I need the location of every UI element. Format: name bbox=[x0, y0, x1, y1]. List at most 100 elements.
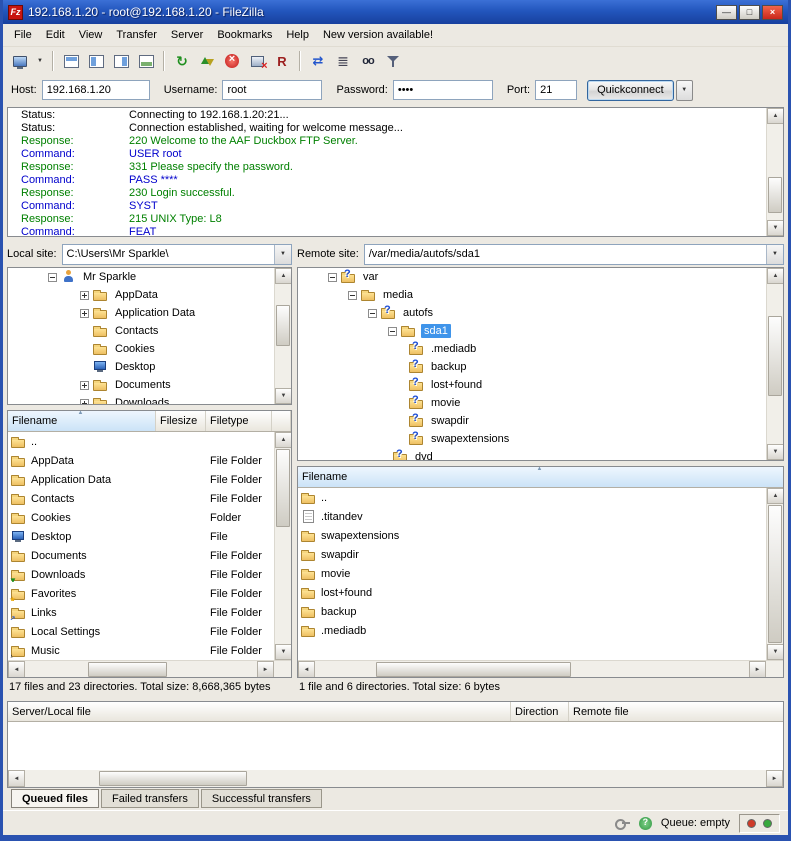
menu-server[interactable]: Server bbox=[164, 26, 210, 44]
host-input[interactable] bbox=[42, 80, 150, 100]
cancel-button[interactable] bbox=[220, 50, 244, 72]
tree-item[interactable]: swapextensions bbox=[298, 430, 766, 448]
menu-edit[interactable]: Edit bbox=[39, 26, 72, 44]
scroll-right-button[interactable]: ► bbox=[257, 661, 274, 678]
scroll-thumb[interactable] bbox=[768, 505, 782, 643]
expand-icon[interactable] bbox=[80, 291, 89, 300]
file-row[interactable]: .titandev bbox=[298, 507, 766, 526]
column-header-local-file[interactable]: Server/Local file bbox=[8, 702, 511, 721]
port-input[interactable] bbox=[535, 80, 577, 100]
site-manager-button[interactable] bbox=[8, 50, 32, 72]
queue-hscrollbar[interactable]: ◄ ► bbox=[8, 770, 783, 787]
site-manager-dropdown-button[interactable] bbox=[33, 50, 47, 72]
tree-item-selected[interactable]: sda1 bbox=[298, 322, 766, 340]
chevron-down-icon[interactable]: ▼ bbox=[766, 245, 783, 264]
file-row[interactable]: ★FavoritesFile Folder bbox=[8, 584, 274, 603]
toggle-remote-tree-button[interactable] bbox=[109, 50, 133, 72]
scroll-up-button[interactable]: ▲ bbox=[275, 432, 291, 448]
scroll-up-button[interactable]: ▲ bbox=[767, 268, 784, 284]
scroll-down-button[interactable]: ▼ bbox=[767, 644, 783, 660]
menu-transfer[interactable]: Transfer bbox=[109, 26, 164, 44]
tree-item[interactable]: lost+found bbox=[298, 376, 766, 394]
column-header-direction[interactable]: Direction bbox=[511, 702, 569, 721]
file-row[interactable]: ▼DownloadsFile Folder bbox=[8, 565, 274, 584]
menu-help[interactable]: Help bbox=[279, 26, 316, 44]
remote-site-combo[interactable]: /var/media/autofs/sda1 ▼ bbox=[364, 244, 784, 265]
collapse-icon[interactable] bbox=[348, 291, 357, 300]
file-row[interactable]: DocumentsFile Folder bbox=[8, 546, 274, 565]
refresh-button[interactable] bbox=[170, 50, 194, 72]
file-row[interactable]: ♪MusicFile Folder bbox=[8, 641, 274, 660]
file-row[interactable]: movie bbox=[298, 564, 766, 583]
file-row[interactable]: AppDataFile Folder bbox=[8, 451, 274, 470]
encryption-key-icon[interactable] bbox=[615, 818, 630, 828]
column-header-filename[interactable]: ▲Filename bbox=[298, 467, 783, 487]
expand-icon[interactable] bbox=[80, 381, 89, 390]
tree-item[interactable]: dvd bbox=[298, 448, 766, 460]
column-header-remote-file[interactable]: Remote file bbox=[569, 702, 783, 721]
synchronized-browsing-button[interactable] bbox=[306, 50, 330, 72]
connection-status-icon[interactable] bbox=[639, 817, 652, 830]
tree-item[interactable]: Contacts bbox=[8, 322, 274, 340]
column-header-filetype[interactable]: Filetype bbox=[206, 411, 272, 431]
remote-list-scrollbar[interactable]: ▲ ▼ bbox=[766, 488, 783, 660]
quickconnect-dropdown-button[interactable]: ▼ bbox=[676, 80, 693, 101]
scroll-up-button[interactable]: ▲ bbox=[767, 108, 784, 124]
file-row[interactable]: CookiesFolder bbox=[8, 508, 274, 527]
chevron-down-icon[interactable]: ▼ bbox=[274, 245, 291, 264]
tree-item[interactable]: var bbox=[298, 268, 766, 286]
directory-comparison-button[interactable] bbox=[331, 50, 355, 72]
collapse-icon[interactable] bbox=[388, 327, 397, 336]
scroll-up-button[interactable]: ▲ bbox=[767, 488, 783, 504]
process-queue-button[interactable] bbox=[195, 50, 219, 72]
file-row[interactable]: lost+found bbox=[298, 583, 766, 602]
find-files-button[interactable] bbox=[356, 50, 380, 72]
password-input[interactable] bbox=[393, 80, 493, 100]
reconnect-button[interactable] bbox=[270, 50, 294, 72]
scroll-right-button[interactable]: ► bbox=[766, 770, 783, 787]
local-site-combo[interactable]: C:\Users\Mr Sparkle\ ▼ bbox=[62, 244, 292, 265]
local-list-scrollbar[interactable]: ▲ ▼ bbox=[274, 432, 291, 660]
scroll-thumb[interactable] bbox=[99, 771, 247, 786]
scroll-left-button[interactable]: ◄ bbox=[298, 661, 315, 678]
menu-bookmarks[interactable]: Bookmarks bbox=[210, 26, 279, 44]
filter-button[interactable] bbox=[381, 50, 405, 72]
file-row[interactable]: ↗LinksFile Folder bbox=[8, 603, 274, 622]
expand-icon[interactable] bbox=[80, 309, 89, 318]
tree-item[interactable]: swapdir bbox=[298, 412, 766, 430]
remote-tree-scrollbar[interactable]: ▲ ▼ bbox=[766, 268, 783, 460]
tree-item[interactable]: autofs bbox=[298, 304, 766, 322]
toggle-local-tree-button[interactable] bbox=[84, 50, 108, 72]
menu-file[interactable]: File bbox=[7, 26, 39, 44]
tree-item[interactable]: backup bbox=[298, 358, 766, 376]
expand-icon[interactable] bbox=[80, 399, 89, 405]
tab-queued-files[interactable]: Queued files bbox=[11, 789, 99, 808]
scroll-left-button[interactable]: ◄ bbox=[8, 661, 25, 678]
collapse-icon[interactable] bbox=[328, 273, 337, 282]
file-row[interactable]: .mediadb bbox=[298, 621, 766, 640]
scroll-thumb[interactable] bbox=[768, 177, 782, 213]
tree-item[interactable]: Documents bbox=[8, 376, 274, 394]
remote-list-hscrollbar[interactable]: ◄ ► bbox=[298, 661, 766, 678]
tree-item[interactable]: Desktop bbox=[8, 358, 274, 376]
tree-item[interactable]: .mediadb bbox=[298, 340, 766, 358]
scroll-right-button[interactable]: ► bbox=[749, 661, 766, 678]
file-row[interactable]: swapextensions bbox=[298, 526, 766, 545]
minimize-button[interactable]: — bbox=[716, 5, 737, 20]
tab-failed-transfers[interactable]: Failed transfers bbox=[101, 789, 199, 808]
scroll-down-button[interactable]: ▼ bbox=[275, 388, 292, 404]
column-header-filename[interactable]: ▲Filename bbox=[8, 411, 156, 431]
collapse-icon[interactable] bbox=[48, 273, 57, 282]
tree-item[interactable]: Downloads bbox=[8, 394, 274, 404]
titlebar[interactable]: Fz 192.168.1.20 - root@192.168.1.20 - Fi… bbox=[3, 0, 788, 24]
tree-item[interactable]: AppData bbox=[8, 286, 274, 304]
file-row[interactable]: .. bbox=[298, 488, 766, 507]
scroll-down-button[interactable]: ▼ bbox=[275, 644, 291, 660]
local-list-hscrollbar[interactable]: ◄ ► bbox=[8, 661, 274, 678]
scroll-thumb[interactable] bbox=[88, 662, 167, 677]
quickconnect-button[interactable]: Quickconnect bbox=[587, 80, 674, 101]
file-row[interactable]: ContactsFile Folder bbox=[8, 489, 274, 508]
file-row[interactable]: backup bbox=[298, 602, 766, 621]
username-input[interactable] bbox=[222, 80, 322, 100]
file-row[interactable]: Local SettingsFile Folder bbox=[8, 622, 274, 641]
